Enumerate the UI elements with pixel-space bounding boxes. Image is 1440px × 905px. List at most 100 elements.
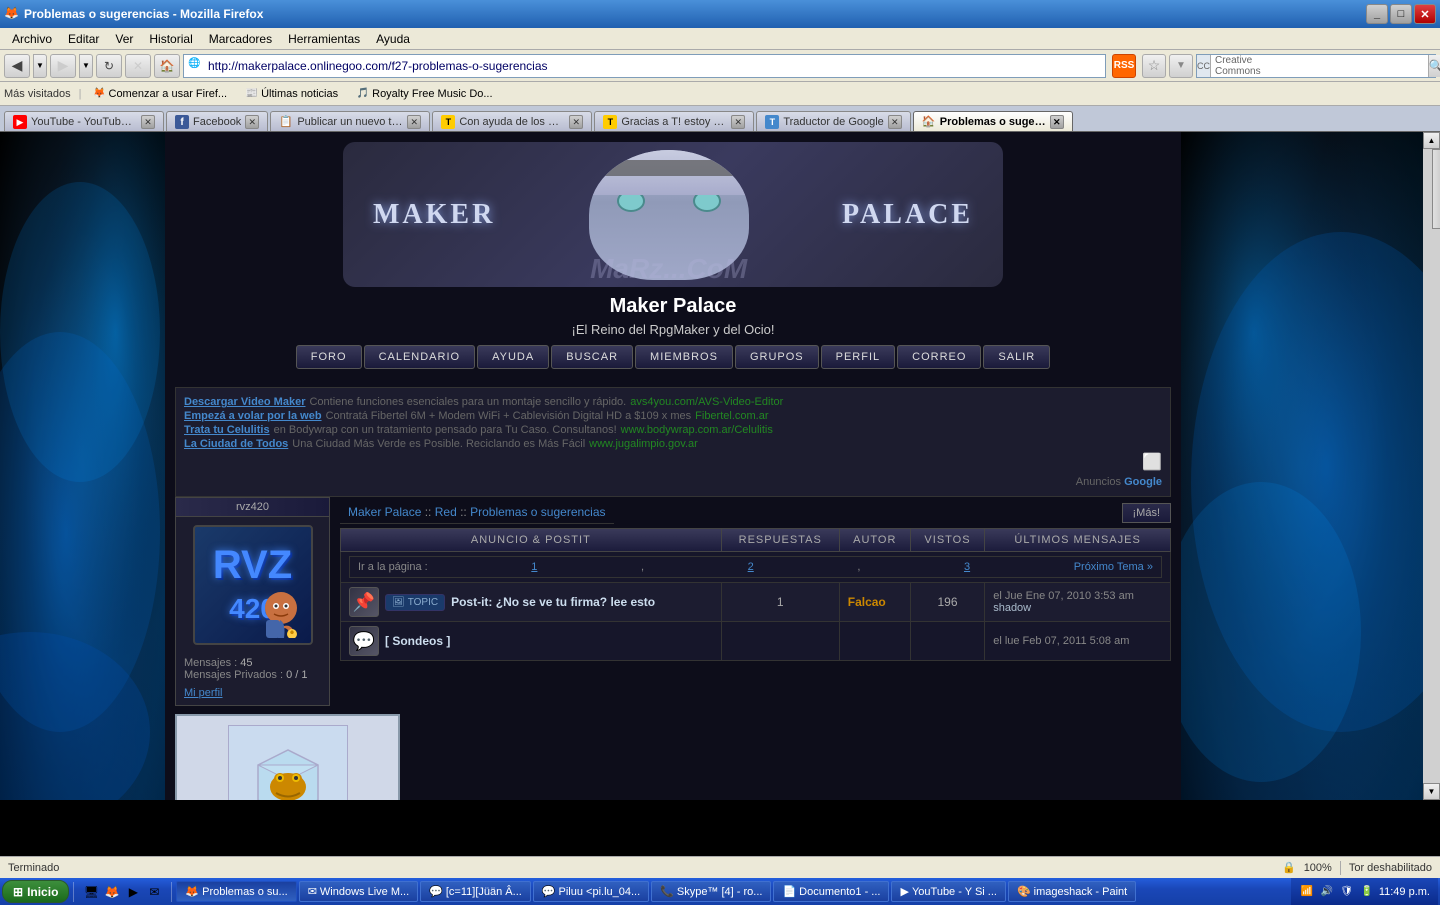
reload-button[interactable]: ↻: [96, 54, 122, 78]
banner-right-text: PALACE: [842, 199, 973, 231]
menu-ver[interactable]: Ver: [107, 30, 141, 48]
last-user-link-0[interactable]: shadow: [993, 602, 1031, 614]
tray-security[interactable]: 🛡: [1339, 884, 1355, 900]
ql-desktop[interactable]: 🖥: [82, 883, 100, 901]
taskbar-icon-6: ▶: [900, 885, 908, 898]
ad-title-3[interactable]: La Ciudad de Todos: [184, 438, 288, 450]
topic-label-0: 🖼 TOPIC: [385, 594, 445, 611]
scroll-down-button[interactable]: ▼: [1423, 783, 1440, 800]
headphones: [589, 160, 749, 176]
tab-simpsons-close[interactable]: ✕: [569, 115, 583, 129]
user-profile-link[interactable]: Mi perfil: [176, 685, 329, 705]
forward-button[interactable]: ▶: [50, 54, 76, 78]
nav-calendario[interactable]: Calendario: [364, 345, 476, 369]
window-title: Problemas o sugerencias - Mozilla Firefo…: [24, 7, 1366, 21]
scroll-thumb[interactable]: [1432, 149, 1440, 229]
taskbar-item-3[interactable]: 💬 Piluu <pi.lu_04...: [533, 881, 649, 902]
bookmark-star[interactable]: ☆: [1142, 54, 1166, 78]
tab-youtube[interactable]: ▶ YouTube - YouTube de rodrig... ✕: [4, 111, 164, 131]
menu-historial[interactable]: Historial: [141, 30, 200, 48]
nav-miembros[interactable]: Miembros: [635, 345, 733, 369]
tab-gracias-close[interactable]: ✕: [731, 115, 745, 129]
forum-table: Anuncio & Postit Respuestas Autor Vistos…: [340, 528, 1171, 661]
search-go-button[interactable]: 🔍: [1428, 55, 1440, 77]
stop-button[interactable]: ✕: [125, 54, 151, 78]
bookmark-news[interactable]: 📰 Últimas noticias: [238, 84, 345, 104]
menu-editar[interactable]: Editar: [60, 30, 107, 48]
tab-new-topic-close[interactable]: ✕: [407, 115, 421, 129]
tab-gracias[interactable]: T Gracias a T! estoy en una pu... ✕: [594, 111, 754, 131]
ad-section: Descargar Video Maker Contiene funciones…: [175, 387, 1171, 497]
bookmark-firefox[interactable]: 🦊 Comenzar a usar Firef...: [86, 84, 235, 104]
nav-grupos[interactable]: Grupos: [735, 345, 819, 369]
tab-problemas-close[interactable]: ✕: [1050, 115, 1064, 129]
topic-title-1[interactable]: [ Sondeos ]: [385, 634, 450, 648]
ad-title-0[interactable]: Descargar Video Maker: [184, 396, 305, 408]
taskbar-item-0[interactable]: 🦊 Problemas o su...: [176, 881, 296, 902]
bookmark-music[interactable]: 🎵 Royalty Free Music Do...: [349, 84, 499, 104]
back-dropdown[interactable]: ▼: [33, 54, 47, 78]
page-2-link[interactable]: 2: [748, 561, 754, 573]
nav-salir[interactable]: Salir: [983, 345, 1050, 369]
back-button[interactable]: ◀: [4, 54, 30, 78]
facebook-favicon: f: [175, 115, 189, 129]
bookmark-list[interactable]: ▼: [1169, 54, 1193, 78]
search-input[interactable]: [1265, 59, 1428, 73]
tab-facebook[interactable]: f Facebook ✕: [166, 111, 268, 131]
maximize-button[interactable]: □: [1390, 4, 1412, 24]
page-1-link[interactable]: 1: [531, 561, 537, 573]
taskbar-item-1[interactable]: ✉ Windows Live M...: [299, 881, 418, 902]
new-topic-favicon: 📋: [279, 115, 293, 129]
ql-messenger[interactable]: ✉: [145, 883, 163, 901]
tab-facebook-close[interactable]: ✕: [245, 115, 259, 129]
tab-problemas[interactable]: 🏠 Problemas o sugerencias ✕: [913, 111, 1073, 131]
ad-title-1[interactable]: Empezá a volar por la web: [184, 410, 322, 422]
nav-correo[interactable]: Correo: [897, 345, 981, 369]
menu-herramientas[interactable]: Herramientas: [280, 30, 368, 48]
menu-marcadores[interactable]: Marcadores: [201, 30, 280, 48]
page-3-link[interactable]: 3: [964, 561, 970, 573]
close-button[interactable]: ✕: [1414, 4, 1436, 24]
topic-title-0[interactable]: Post-it: ¿No se ve tu firma? lee esto: [451, 595, 655, 609]
taskbar-item-5[interactable]: 📄 Documento1 - ...: [773, 881, 889, 902]
nav-buscar[interactable]: Buscar: [551, 345, 633, 369]
tray-battery[interactable]: 🔋: [1359, 884, 1375, 900]
nav-perfil[interactable]: Perfil: [821, 345, 896, 369]
taskbar-item-6[interactable]: ▶ YouTube - Y Si ...: [891, 881, 1005, 902]
taskbar-item-7[interactable]: 🎨 imageshack - Paint: [1008, 881, 1136, 902]
tray-network[interactable]: 📶: [1299, 884, 1315, 900]
menu-ayuda[interactable]: Ayuda: [368, 30, 418, 48]
ql-firefox[interactable]: 🦊: [103, 883, 121, 901]
tab-traductor-close[interactable]: ✕: [888, 115, 902, 129]
tab-simpsons[interactable]: T Con ayuda de los Simpson! M... ✕: [432, 111, 592, 131]
tab-youtube-close[interactable]: ✕: [141, 115, 155, 129]
breadcrumb-link-1[interactable]: Red: [435, 505, 457, 519]
scroll-up-button[interactable]: ▲: [1423, 132, 1440, 149]
next-topic-link[interactable]: Próximo Tema »: [1074, 561, 1153, 573]
taskbar-item-4[interactable]: 📞 Skype™ [4] - ro...: [651, 881, 771, 902]
tab-traductor[interactable]: T Traductor de Google ✕: [756, 111, 910, 131]
rss-button[interactable]: RSS: [1112, 54, 1136, 78]
search-engine-icon[interactable]: CC: [1197, 55, 1211, 77]
breadcrumb-link-2[interactable]: Problemas o sugerencias: [470, 505, 605, 519]
tab-new-topic[interactable]: 📋 Publicar un nuevo tema ✕: [270, 111, 430, 131]
address-input[interactable]: [208, 59, 1101, 73]
topic-label-text: 🖼: [392, 597, 405, 608]
last-msg-0: el Jue Ene 07, 2010 3:53 am shadow: [985, 583, 1171, 622]
forward-dropdown[interactable]: ▼: [79, 54, 93, 78]
ad-title-2[interactable]: Trata tu Celulitis: [184, 424, 270, 436]
mas-button[interactable]: ¡Más!: [1122, 503, 1172, 523]
breadcrumb-link-0[interactable]: Maker Palace: [348, 505, 421, 519]
author-link-0[interactable]: Falcao: [848, 595, 886, 609]
ql-media[interactable]: ▶: [124, 883, 142, 901]
forum-inner: MAKER MaRz...CoM: [165, 132, 1181, 800]
menu-archivo[interactable]: Archivo: [4, 30, 60, 48]
nav-foro[interactable]: Foro: [296, 345, 362, 369]
minimize-button[interactable]: _: [1366, 4, 1388, 24]
home-button[interactable]: 🏠: [154, 54, 180, 78]
tray-volume[interactable]: 🔊: [1319, 884, 1335, 900]
last-msg-date-0: el Jue Ene 07, 2010 3:53 am shadow: [993, 590, 1162, 614]
taskbar-item-2[interactable]: 💬 [c=11][Jüän Â...: [420, 881, 531, 902]
start-button[interactable]: ⊞ Inicio: [2, 880, 69, 903]
nav-ayuda[interactable]: Ayuda: [477, 345, 549, 369]
